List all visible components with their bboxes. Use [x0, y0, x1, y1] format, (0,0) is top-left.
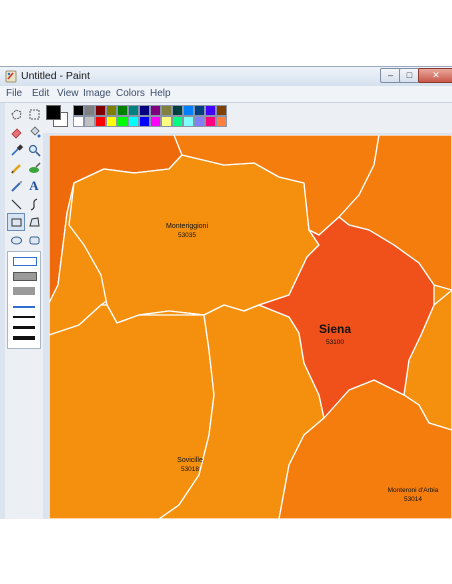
menu-view[interactable]: View — [57, 88, 79, 99]
toolbox: A — [5, 103, 43, 519]
fill-style-outline[interactable] — [13, 257, 37, 266]
current-colors[interactable] — [46, 105, 68, 127]
menu-file[interactable]: File — [6, 88, 22, 99]
map-code-sovicille: 53018 — [181, 466, 199, 473]
free-form-select-icon[interactable] — [8, 106, 24, 122]
color-swatch[interactable] — [216, 116, 227, 127]
maximize-button[interactable]: □ — [399, 68, 420, 83]
fill-style-outline-fill[interactable] — [13, 272, 37, 281]
color-swatch[interactable] — [128, 116, 139, 127]
color-swatch[interactable] — [95, 116, 106, 127]
line-width-2[interactable] — [13, 316, 35, 318]
menu-edit[interactable]: Edit — [32, 88, 49, 99]
menu-bar: File Edit View Image Colors Help — [0, 86, 452, 103]
title-bar[interactable]: Untitled - Paint – □ ✕ — [0, 67, 452, 86]
map-label-monteroni: Monteroni d'Arbia — [388, 487, 439, 494]
color-swatch[interactable] — [106, 116, 117, 127]
color-swatch[interactable] — [84, 105, 95, 116]
pencil-icon[interactable] — [8, 160, 24, 176]
color-swatch[interactable] — [139, 105, 150, 116]
paint-app-icon — [5, 70, 17, 83]
rect-select-icon[interactable] — [26, 106, 42, 122]
color-swatch[interactable] — [150, 116, 161, 127]
map-label-sovicille: Sovicille — [177, 457, 203, 464]
color-swatch[interactable] — [150, 105, 161, 116]
drawing-canvas[interactable]: Monteriggioni 53035 Siena 53100 Sovicill… — [49, 135, 452, 519]
color-swatch[interactable] — [161, 116, 172, 127]
color-swatch[interactable] — [194, 105, 205, 116]
eraser-icon[interactable] — [8, 124, 24, 140]
line-width-1[interactable] — [13, 306, 35, 308]
color-swatch[interactable] — [84, 116, 95, 127]
map-code-monteroni: 53014 — [404, 496, 422, 503]
color-palette — [43, 103, 452, 133]
color-swatch[interactable] — [172, 116, 183, 127]
color-swatch[interactable] — [161, 105, 172, 116]
text-icon-glyph: A — [29, 178, 39, 193]
map-label-siena: Siena — [319, 322, 351, 336]
color-swatch[interactable] — [216, 105, 227, 116]
color-swatch[interactable] — [205, 116, 216, 127]
window-title: Untitled - Paint — [21, 70, 90, 82]
color-swatch[interactable] — [95, 105, 106, 116]
color-swatch[interactable] — [194, 116, 205, 127]
airbrush-icon[interactable] — [8, 178, 24, 194]
color-swatch[interactable] — [139, 116, 150, 127]
menu-colors[interactable]: Colors — [116, 88, 145, 99]
color-swatch[interactable] — [117, 116, 128, 127]
region-bottom-left — [49, 304, 215, 519]
line-width-4[interactable] — [13, 336, 35, 340]
color-swatch[interactable] — [73, 105, 84, 116]
color-swatch[interactable] — [106, 105, 117, 116]
magnifier-icon[interactable] — [26, 142, 42, 158]
color-swatch[interactable] — [128, 105, 139, 116]
rectangle-icon[interactable] — [7, 213, 25, 231]
close-button[interactable]: ✕ — [418, 68, 452, 83]
color-swatch[interactable] — [205, 105, 216, 116]
color-swatch[interactable] — [172, 105, 183, 116]
ellipse-icon[interactable] — [8, 232, 24, 248]
menu-image[interactable]: Image — [83, 88, 111, 99]
map-code-siena: 53100 — [326, 339, 344, 346]
minimize-button[interactable]: – — [380, 68, 401, 83]
color-swatch[interactable] — [183, 116, 194, 127]
fill-bucket-icon[interactable] — [26, 124, 42, 140]
rounded-rectangle-icon[interactable] — [26, 232, 42, 248]
color-picker-icon[interactable] — [8, 142, 24, 158]
line-icon[interactable] — [8, 196, 24, 212]
tool-options-panel — [7, 251, 41, 349]
map-label-monteriggioni: Monteriggioni — [166, 223, 208, 230]
map-code-monteriggioni: 53035 — [178, 232, 196, 239]
fill-style-fill[interactable] — [13, 287, 35, 295]
color-swatch[interactable] — [73, 116, 84, 127]
color-swatch[interactable] — [183, 105, 194, 116]
brush-icon[interactable] — [26, 160, 42, 176]
color-swatch[interactable] — [117, 105, 128, 116]
polygon-icon[interactable] — [26, 214, 42, 230]
menu-help[interactable]: Help — [150, 88, 171, 99]
choropleth-map: Monteriggioni 53035 Siena 53100 Sovicill… — [49, 135, 452, 519]
line-width-3[interactable] — [13, 326, 35, 329]
text-icon[interactable]: A — [26, 178, 42, 194]
curve-icon[interactable] — [26, 196, 42, 212]
foreground-color[interactable] — [46, 105, 61, 120]
paint-window: Untitled - Paint – □ ✕ File Edit View Im… — [0, 66, 452, 519]
